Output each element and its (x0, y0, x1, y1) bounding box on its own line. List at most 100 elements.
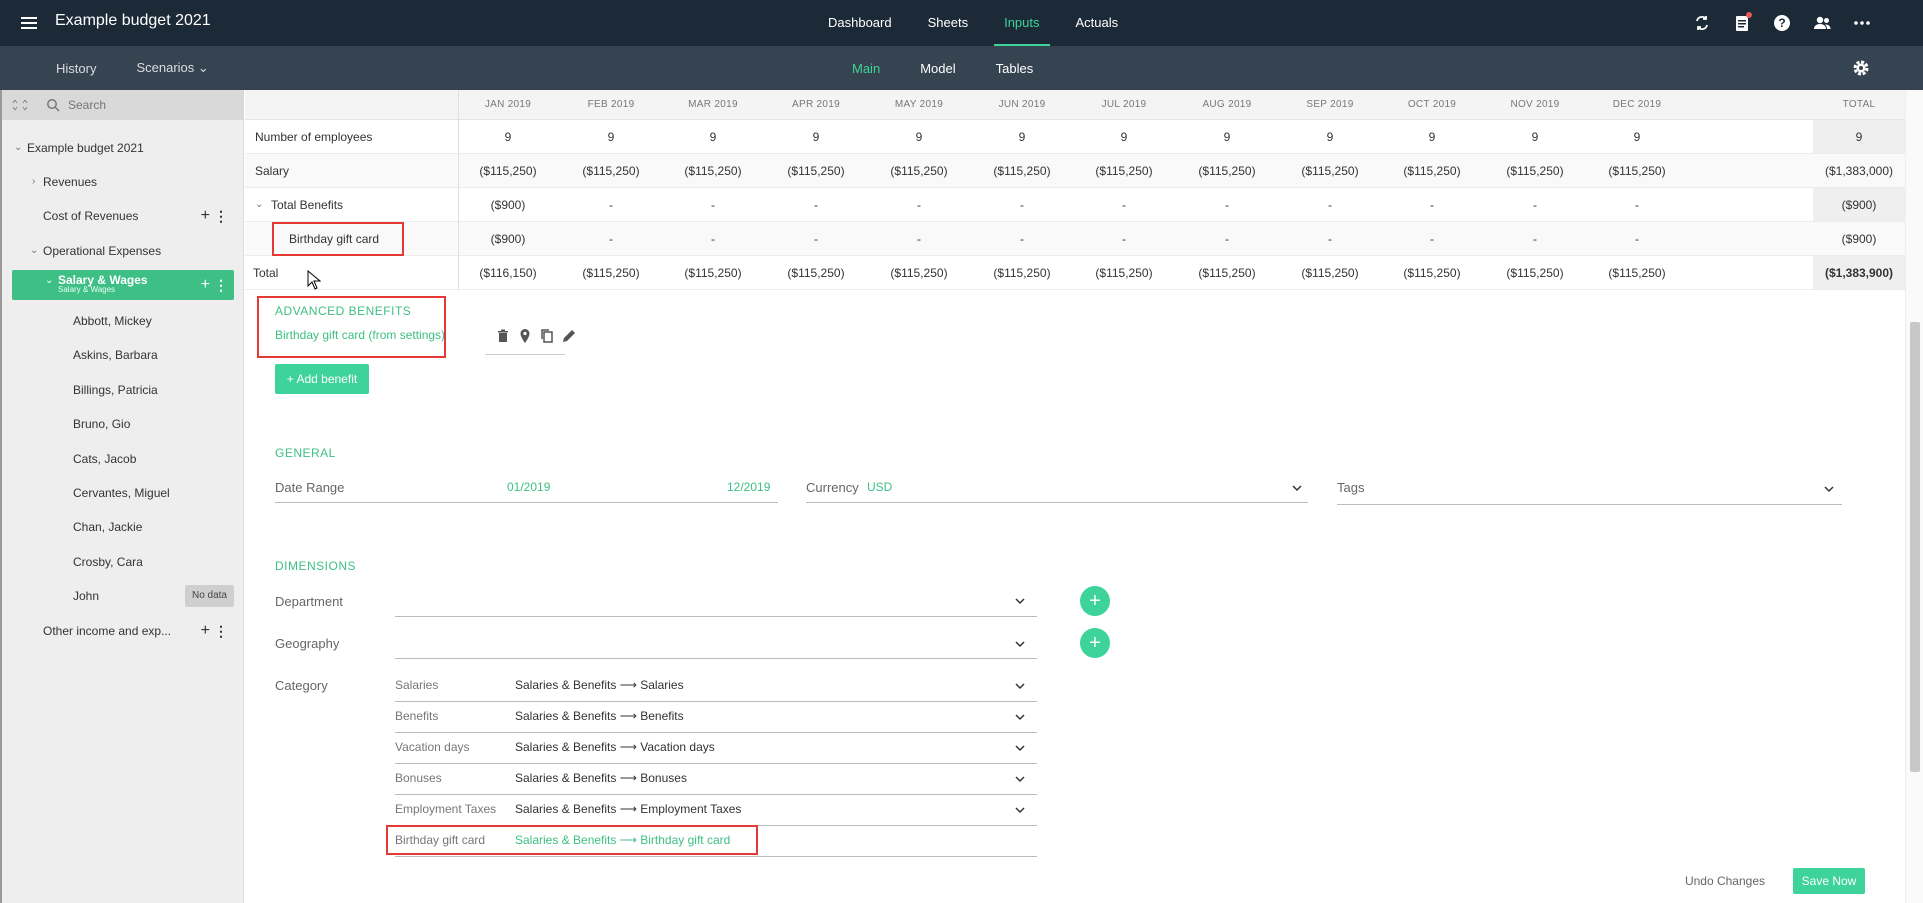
table-cell[interactable]: 9 (561, 120, 661, 154)
vertical-scrollbar[interactable] (1905, 90, 1923, 903)
tree-item-employee[interactable]: John No data (2, 583, 244, 609)
tree-item-cost-of-revenues[interactable]: Cost of Revenues + ⋮ (2, 203, 244, 229)
table-cell[interactable]: - (766, 188, 866, 222)
table-cell[interactable]: ($115,250) (663, 154, 763, 188)
table-cell[interactable]: - (1382, 188, 1482, 222)
tree-item-revenues[interactable]: › Revenues (2, 169, 244, 195)
table-cell[interactable]: - (1485, 222, 1585, 256)
chevron-down-icon[interactable] (1823, 485, 1835, 493)
table-cell[interactable]: 9 (1177, 120, 1277, 154)
table-cell[interactable]: 9 (766, 120, 866, 154)
table-cell[interactable]: ($115,250) (1485, 154, 1585, 188)
table-cell[interactable]: ($115,250) (1382, 154, 1482, 188)
chevron-down-icon[interactable] (1014, 682, 1026, 690)
chevron-down-icon[interactable]: ⌄ (30, 238, 38, 264)
category-select[interactable]: Salaries & Benefits ⟶ Salaries (515, 678, 684, 692)
table-cell[interactable]: - (1485, 188, 1585, 222)
tree-item-employee[interactable]: Askins, Barbara (2, 342, 244, 368)
scenarios-dropdown[interactable]: Scenarios ⌄ (136, 60, 208, 76)
table-cell[interactable]: 9 (1382, 120, 1482, 154)
tree-item-operational-expenses[interactable]: ⌄ Operational Expenses (2, 238, 244, 264)
save-now-button[interactable]: Save Now (1793, 868, 1865, 894)
table-cell[interactable]: - (561, 188, 661, 222)
table-cell[interactable]: ($115,250) (766, 154, 866, 188)
tree-item-employee[interactable]: Billings, Patricia (2, 377, 244, 403)
table-cell[interactable]: ($900) (458, 188, 558, 222)
table-cell[interactable]: - (869, 222, 969, 256)
chevron-down-icon[interactable]: ⌄ (255, 188, 263, 222)
table-cell[interactable]: ($115,250) (1074, 154, 1174, 188)
table-cell[interactable]: 9 (869, 120, 969, 154)
tree-item-employee[interactable]: Chan, Jackie (2, 514, 244, 540)
tree-item-employee[interactable]: Cervantes, Miguel (2, 480, 244, 506)
tree-item-salary-wages[interactable]: ⌄ Salary & Wages Salary & Wages + ⋮ (12, 270, 234, 300)
table-cell[interactable]: - (1280, 188, 1380, 222)
table-cell[interactable]: - (1587, 222, 1687, 256)
table-cell[interactable]: - (1177, 188, 1277, 222)
table-cell[interactable]: 9 (1280, 120, 1380, 154)
chevron-down-icon[interactable] (1014, 775, 1026, 783)
tab-main[interactable]: Main (852, 61, 880, 76)
chevron-down-icon[interactable]: ⌄ (14, 135, 22, 161)
table-cell[interactable]: 9 (458, 120, 558, 154)
category-select[interactable]: Salaries & Benefits ⟶ Employment Taxes (515, 802, 741, 816)
table-cell[interactable]: - (972, 188, 1072, 222)
table-cell[interactable]: - (1074, 222, 1174, 256)
table-cell[interactable]: ($115,250) (972, 154, 1072, 188)
table-cell[interactable]: - (561, 222, 661, 256)
table-cell[interactable]: 9 (1485, 120, 1585, 154)
table-cell[interactable]: - (1280, 222, 1380, 256)
table-cell[interactable]: 9 (663, 120, 763, 154)
add-department-button[interactable]: + (1080, 586, 1110, 616)
chevron-down-icon[interactable] (1014, 744, 1026, 752)
date-to-input[interactable]: 12/2019 (727, 480, 770, 494)
location-pin-icon[interactable] (517, 328, 533, 344)
chevron-down-icon[interactable] (1014, 713, 1026, 721)
category-select[interactable]: Salaries & Benefits ⟶ Benefits (515, 709, 684, 723)
table-cell[interactable]: ($900) (458, 222, 558, 256)
date-from-input[interactable]: 01/2019 (507, 480, 550, 494)
undo-changes-button[interactable]: Undo Changes (1685, 874, 1765, 888)
table-cell[interactable]: - (663, 188, 763, 222)
table-cell[interactable]: 9 (972, 120, 1072, 154)
clipboard-icon[interactable] (1731, 12, 1753, 34)
tree-item-employee[interactable]: Abbott, Mickey (2, 308, 244, 334)
add-geography-button[interactable]: + (1080, 628, 1110, 658)
table-cell[interactable]: - (1587, 188, 1687, 222)
table-cell[interactable]: ($115,250) (458, 154, 558, 188)
kebab-menu-icon[interactable]: ⋮ (214, 203, 228, 229)
table-cell[interactable]: - (766, 222, 866, 256)
users-icon[interactable] (1811, 12, 1833, 34)
trash-icon[interactable] (495, 328, 511, 344)
refresh-icon[interactable] (1691, 12, 1713, 34)
table-cell[interactable]: ($115,250) (869, 154, 969, 188)
table-cell[interactable]: 9 (1074, 120, 1174, 154)
category-select[interactable]: Salaries & Benefits ⟶ Vacation days (515, 740, 715, 754)
add-icon[interactable]: + (201, 203, 210, 229)
chevron-down-icon[interactable] (1014, 640, 1026, 648)
chevron-down-icon[interactable] (1014, 806, 1026, 814)
expand-collapse-icon[interactable] (12, 99, 34, 111)
table-cell[interactable]: - (869, 188, 969, 222)
table-cell[interactable]: - (1074, 188, 1174, 222)
chevron-down-icon[interactable]: ⌄ (45, 270, 53, 292)
tree-item-employee[interactable]: Crosby, Cara (2, 549, 244, 575)
tree-item-other-income[interactable]: Other income and exp... + ⋮ (2, 618, 244, 644)
menu-icon[interactable] (18, 13, 40, 33)
scrollbar-thumb[interactable] (1910, 322, 1920, 772)
category-select[interactable]: Salaries & Benefits ⟶ Bonuses (515, 771, 687, 785)
tree-item-employee[interactable]: Cats, Jacob (2, 446, 244, 472)
copy-icon[interactable] (539, 328, 555, 344)
chevron-down-icon[interactable] (1291, 484, 1303, 492)
add-icon[interactable]: + (201, 270, 210, 300)
tab-model[interactable]: Model (920, 61, 955, 76)
currency-select[interactable]: USD (867, 480, 892, 494)
gear-icon[interactable] (1851, 58, 1871, 78)
table-cell[interactable]: 9 (1587, 120, 1687, 154)
tree-item-example-budget[interactable]: ⌄ Example budget 2021 (2, 135, 244, 161)
chevron-down-icon[interactable] (1014, 597, 1026, 605)
table-cell[interactable]: - (972, 222, 1072, 256)
edit-icon[interactable] (561, 328, 577, 344)
tree-item-employee[interactable]: Bruno, Gio (2, 411, 244, 437)
nav-sheets[interactable]: Sheets (910, 0, 986, 46)
